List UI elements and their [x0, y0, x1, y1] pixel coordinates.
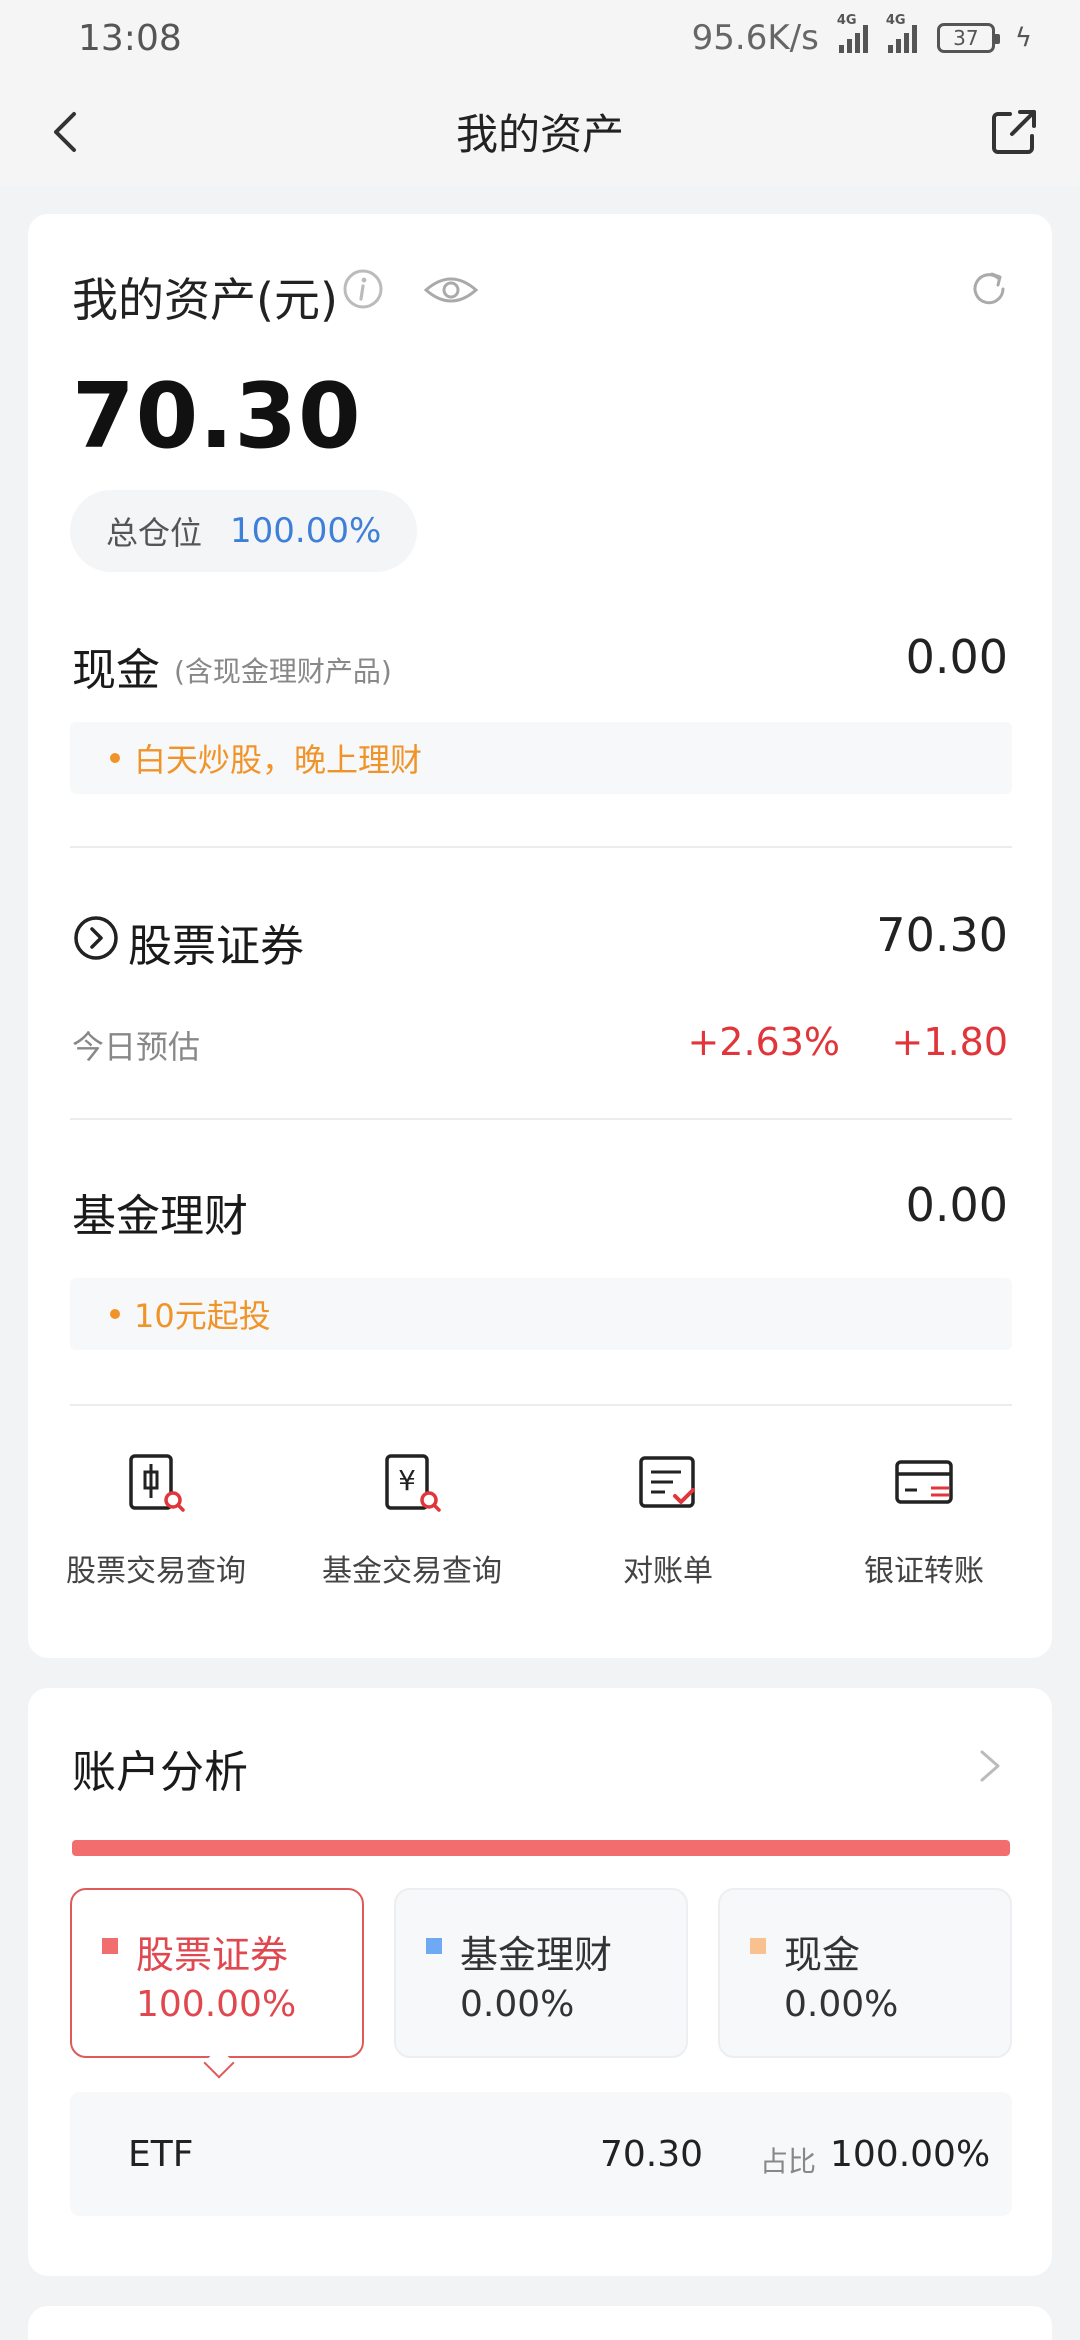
legend-square — [426, 1938, 442, 1954]
bullet-dot — [110, 1309, 120, 1319]
account-analysis-card: 账户分析 股票证券 100.00% 基金理财 0.00% 现金 0.00% ET… — [28, 1688, 1052, 2276]
divider — [70, 846, 1012, 848]
stock-title[interactable]: 股票证券 — [128, 910, 304, 974]
assets-card: 我的资产(元) 70.30 总仓位 100.00% 现金 (含现金理财产品) 0… — [28, 214, 1052, 1658]
battery-icon: 37 — [936, 23, 1000, 53]
shortcut-fund-query[interactable]: ¥ 基金交易查询 — [284, 1444, 540, 1624]
assets-title: 我的资产(元) — [72, 273, 338, 327]
cash-subtitle: (含现金理财产品) — [174, 655, 392, 688]
fund-tip-text: 10元起投 — [134, 1297, 271, 1335]
holding-name: ETF — [128, 2134, 194, 2175]
bank-transfer-icon — [895, 1460, 953, 1504]
segment-percent: 0.00% — [460, 1984, 575, 2025]
charging-icon: ϟ — [1014, 23, 1032, 53]
battery-level: 37 — [953, 26, 979, 50]
analysis-title: 账户分析 — [72, 1747, 248, 1798]
divider — [70, 1404, 1012, 1406]
cash-title: 现金 — [72, 645, 160, 696]
status-indicators: 95.6K/s 4G 4G 37 ϟ — [691, 13, 1032, 58]
segment-percent: 0.00% — [784, 1984, 899, 2025]
segment-name: 股票证券 — [136, 1933, 289, 1977]
legend-square — [750, 1938, 766, 1954]
shortcut-label: 基金交易查询 — [322, 1554, 502, 1589]
position-value: 100.00% — [230, 511, 382, 551]
fund-value: 0.00 — [905, 1178, 1008, 1232]
divider — [70, 1118, 1012, 1120]
circle-chevron-right-icon[interactable] — [72, 914, 120, 962]
total-position-pill: 总仓位 100.00% — [70, 490, 418, 572]
page-title: 我的资产 — [455, 109, 624, 159]
today-change-percent: +2.63% — [687, 1020, 840, 1064]
network-speed: 95.6K/s — [691, 18, 819, 58]
shortcut-statement[interactable]: 对账单 — [540, 1444, 796, 1624]
segment-name: 基金理财 — [460, 1933, 613, 1977]
segment-cash[interactable]: 现金 0.00% — [718, 1888, 1012, 2058]
status-bar: 13:08 95.6K/s 4G 4G 37 ϟ — [0, 0, 1080, 76]
segment-name: 现金 — [784, 1933, 861, 1977]
nav-bar: 我的资产 — [0, 76, 1080, 186]
segment-fund[interactable]: 基金理财 0.00% — [394, 1888, 688, 2058]
info-icon[interactable] — [342, 268, 384, 310]
holding-row-etf[interactable]: ETF 70.30 占比 100.00% — [70, 2092, 1012, 2216]
position-label: 总仓位 — [106, 514, 203, 552]
eye-icon[interactable] — [422, 270, 480, 310]
svg-text:¥: ¥ — [398, 1464, 416, 1497]
shortcut-label: 银证转账 — [864, 1554, 984, 1589]
statement-icon — [639, 1456, 695, 1508]
fund-query-icon: ¥ — [385, 1454, 441, 1512]
external-share-icon[interactable] — [984, 102, 1044, 162]
today-change-amount: +1.80 — [891, 1020, 1008, 1064]
legend-square — [102, 1938, 118, 1954]
allocation-bar — [72, 1840, 1010, 1856]
holding-ratio-label: 占比 — [760, 2145, 817, 2178]
stock-query-icon — [129, 1454, 185, 1512]
refresh-icon[interactable] — [968, 268, 1010, 310]
shortcut-stock-query[interactable]: 股票交易查询 — [28, 1444, 284, 1624]
holding-value: 70.30 — [600, 2134, 704, 2175]
holding-ratio: 100.00% — [830, 2134, 991, 2175]
next-card — [28, 2306, 1052, 2340]
chevron-left-icon[interactable] — [40, 102, 100, 162]
fund-promo-tip[interactable]: 10元起投 — [70, 1278, 1012, 1350]
cell-signal-icon: 4G — [837, 13, 868, 53]
cell-signal-icon: 4G — [886, 13, 917, 53]
cash-tip-text: 白天炒股，晚上理财 — [134, 741, 423, 779]
bullet-dot — [110, 753, 120, 763]
stock-value: 70.30 — [876, 908, 1008, 962]
shortcut-row: 股票交易查询 ¥ 基金交易查询 对账单 银证转账 — [28, 1444, 1052, 1624]
segment-stock[interactable]: 股票证券 100.00% — [70, 1888, 364, 2058]
shortcut-bank-transfer[interactable]: 银证转账 — [796, 1444, 1052, 1624]
fund-title: 基金理财 — [72, 1191, 248, 1242]
shortcut-label: 对账单 — [623, 1554, 713, 1589]
segment-percent: 100.00% — [136, 1984, 297, 2025]
cash-value: 0.00 — [905, 630, 1008, 684]
status-time: 13:08 — [78, 17, 182, 59]
cash-promo-tip[interactable]: 白天炒股，晚上理财 — [70, 722, 1012, 794]
total-assets-value: 70.30 — [72, 364, 362, 469]
chevron-right-icon[interactable] — [976, 1746, 1004, 1786]
shortcut-label: 股票交易查询 — [66, 1554, 246, 1589]
today-estimate-label: 今日预估 — [72, 1028, 201, 1066]
